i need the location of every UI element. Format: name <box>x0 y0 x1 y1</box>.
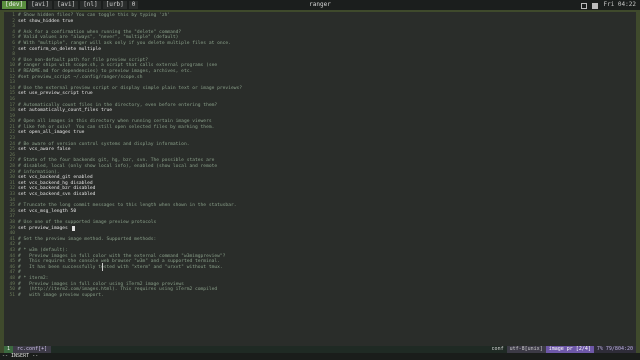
top-bar: [dev] [avi] [avi] [nl] [urb] 0 ranger Fr… <box>0 0 640 10</box>
comment-text: # <box>18 270 21 276</box>
statusline-encoding: utf-8[unix] <box>506 346 546 353</box>
setting-text: set confirm_on_delete multiple <box>18 46 101 52</box>
statusline-filename: rc.conf[+] <box>13 346 52 353</box>
workspace-dev[interactable]: [dev] <box>2 1 27 9</box>
line-number: 51 <box>9 292 15 298</box>
comment-text: # Truncate the long commit messages to t… <box>18 203 237 209</box>
comment-text: # Preview images in full color with the … <box>18 253 226 259</box>
comment-text: # Set the preview image method. Supporte… <box>18 236 157 242</box>
setting-text: set vcs_backend_git enabled <box>18 175 93 181</box>
editor-buffer[interactable]: 1 # Show hidden files? You can toggle thi… <box>4 13 636 298</box>
comment-text: # With "multiple", ranger will ask only … <box>18 40 231 46</box>
comment-text: # README.md for dependencies) to preview… <box>18 68 193 74</box>
comment-text: # * iterm2: <box>18 275 49 281</box>
setting-text: set vcs_backend_bzr disabled <box>18 186 96 192</box>
square-filled-icon[interactable] <box>592 3 599 9</box>
system-tray: Fri 04:22 <box>581 0 636 10</box>
clock: Fri 04:22 <box>603 1 636 8</box>
setting-text: set vcs_aware false <box>18 147 71 153</box>
code-line[interactable]: 51 # with image preview support. <box>4 293 636 299</box>
comment-text: # information). <box>18 169 60 175</box>
setting-text: set automatically_count_files true <box>18 108 113 114</box>
comment-text: # * w3m (default): <box>18 247 68 253</box>
workspace-nl[interactable]: [nl] <box>80 1 101 9</box>
comment-text: #set preview_script ~/.config/ranger/sco… <box>18 74 143 80</box>
setting-text: set preview_images <box>18 225 71 231</box>
comment-text: # Be aware of version control systems an… <box>18 141 190 147</box>
vim-statusline: 1 rc.conf[+] conf utf-8[unix] image pr [… <box>4 346 636 353</box>
workspace-0[interactable]: 0 <box>128 1 139 9</box>
comment-text: # Automatically count files in the direc… <box>18 102 218 108</box>
comment-text: # <box>18 242 21 248</box>
workspace-urb[interactable]: [urb] <box>102 1 127 9</box>
vim-command-line[interactable]: -- INSERT -- <box>0 353 640 360</box>
square-outline-icon[interactable] <box>581 3 588 9</box>
comment-text: # Show hidden files? You can toggle this… <box>18 13 171 18</box>
workspace-avi[interactable]: [avi] <box>28 1 53 9</box>
comment-text: # It has been successfully tested with "… <box>18 264 223 270</box>
comment-text: # ranger ships with scope.sh, a script t… <box>18 63 218 69</box>
comment-text: # This requires the console web browser … <box>18 259 220 265</box>
workspace-avi-2[interactable]: [avi] <box>54 1 79 9</box>
comment-text: # with image preview support. <box>18 292 104 298</box>
comment-text: # State of the four backends git, hg, bz… <box>18 158 215 164</box>
text-cursor <box>71 225 75 231</box>
setting-text: set show_hidden true <box>18 18 74 24</box>
comment-text: # (http://iterm2.com/images.html). This … <box>18 287 218 293</box>
setting-text: set open_all_images true <box>18 130 85 136</box>
comment-text: # Use non-default path for file preview … <box>18 57 148 63</box>
comment-text: # disabled, local (only show local info)… <box>18 164 218 170</box>
statusline-filetype: conf <box>491 346 504 352</box>
comment-text: # Use one of the supported image preview… <box>18 219 157 225</box>
statusline-percent: 7% 79/804:20 <box>593 346 636 353</box>
terminal-window[interactable]: 1 # Show hidden files? You can toggle thi… <box>4 12 636 353</box>
comment-text: # Preview images in full color using iTe… <box>18 281 184 287</box>
comment-text: # Open all images in this directory when… <box>18 119 212 125</box>
comment-text: # Valid values are "always", "never", "m… <box>18 35 179 41</box>
setting-text: set vcs_msg_length 50 <box>18 208 77 214</box>
statusline-position: image pr [2/4] <box>545 346 594 353</box>
setting-text: set vcs_backend_svn disabled <box>18 192 96 197</box>
setting-text: set use_preview_script true <box>18 91 93 97</box>
statusline-mode: 1 <box>4 346 14 353</box>
mouse-ibeam-cursor-icon <box>102 263 103 271</box>
comment-text: # Use the external preview script or dis… <box>18 85 243 91</box>
